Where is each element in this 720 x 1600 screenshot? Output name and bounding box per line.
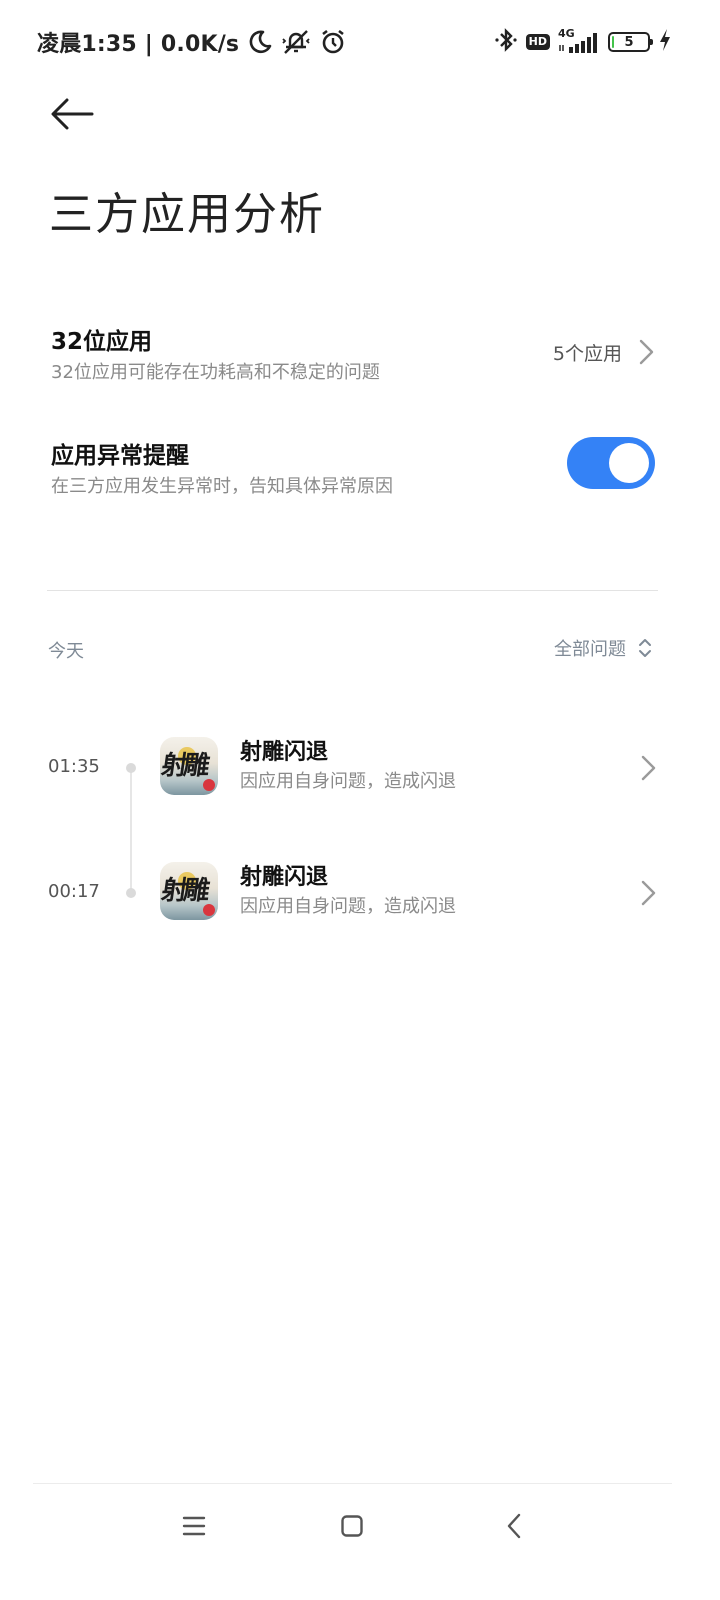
filter-dropdown[interactable]: 全部问题 (554, 633, 652, 663)
alarm-icon (319, 28, 347, 56)
section-label-today: 今天 (48, 641, 84, 662)
status-left: 凌晨1:35 | 0.0K/s (37, 27, 347, 57)
crash-alert-toggle[interactable] (567, 437, 655, 489)
bluetooth-icon (494, 27, 518, 57)
nav-divider (33, 1483, 672, 1484)
moon-icon (247, 29, 273, 55)
apps-32bit-count: 5个应用 (552, 343, 622, 365)
battery-level-text: 5 (624, 34, 634, 50)
back-button[interactable] (44, 92, 100, 136)
menu-button[interactable] (164, 1508, 224, 1544)
event-title: 射雕闪退 (240, 740, 329, 765)
event-time: 00:17 (48, 881, 100, 902)
back-arrow-icon (51, 98, 94, 130)
status-bar: 凌晨1:35 | 0.0K/s HD 4G 5 (0, 0, 720, 84)
app-icon-seal (203, 779, 215, 791)
apps-32bit-row[interactable]: 32位应用 32位应用可能存在功耗高和不稳定的问题 5个应用 (0, 318, 720, 388)
menu-icon (182, 1516, 206, 1536)
battery-fill (612, 36, 614, 48)
page-title: 三方应用分析 (49, 189, 325, 240)
event-title: 射雕闪退 (240, 865, 329, 890)
event-time: 01:35 (48, 756, 100, 777)
charging-icon (658, 28, 672, 56)
home-button[interactable] (322, 1508, 382, 1544)
hd-icon: HD (525, 34, 550, 50)
app-icon: 射雕 (160, 737, 218, 795)
event-row[interactable]: 00:17 射雕 射雕闪退 因应用自身问题，造成闪退 (0, 853, 720, 933)
chevron-right-icon (641, 880, 656, 906)
back-nav-button[interactable] (484, 1508, 544, 1544)
status-time: 凌晨1:35 | 0.0K/s (37, 32, 240, 57)
event-row[interactable]: 01:35 射雕 射雕闪退 因应用自身问题，造成闪退 (0, 728, 720, 808)
sort-updown-icon (639, 639, 651, 657)
toggle-knob (609, 443, 649, 483)
chevron-right-icon (639, 339, 654, 365)
filter-label: 全部问题 (554, 639, 626, 660)
timeline-dot (126, 763, 136, 773)
timeline-dot (126, 888, 136, 898)
event-description: 因应用自身问题，造成闪退 (240, 771, 456, 792)
app-icon: 射雕 (160, 862, 218, 920)
back-icon (507, 1513, 521, 1539)
status-right: HD 4G 5 (494, 27, 672, 57)
app-icon-logo-text: 射雕 (160, 751, 208, 781)
signal-icon: 4G (558, 27, 600, 55)
battery-icon: 5 (608, 32, 653, 52)
section-divider (47, 590, 658, 591)
event-description: 因应用自身问题，造成闪退 (240, 896, 456, 917)
apps-32bit-subtitle: 32位应用可能存在功耗高和不稳定的问题 (51, 362, 380, 383)
apps-32bit-title: 32位应用 (51, 329, 153, 355)
chevron-right-icon (641, 755, 656, 781)
crash-alert-title: 应用异常提醒 (51, 443, 189, 469)
app-icon-logo-text: 射雕 (160, 876, 208, 906)
mute-vibrate-icon (281, 28, 311, 56)
app-icon-seal (203, 904, 215, 916)
crash-alert-subtitle: 在三方应用发生异常时，告知具体异常原因 (51, 476, 393, 497)
home-icon (341, 1515, 363, 1537)
